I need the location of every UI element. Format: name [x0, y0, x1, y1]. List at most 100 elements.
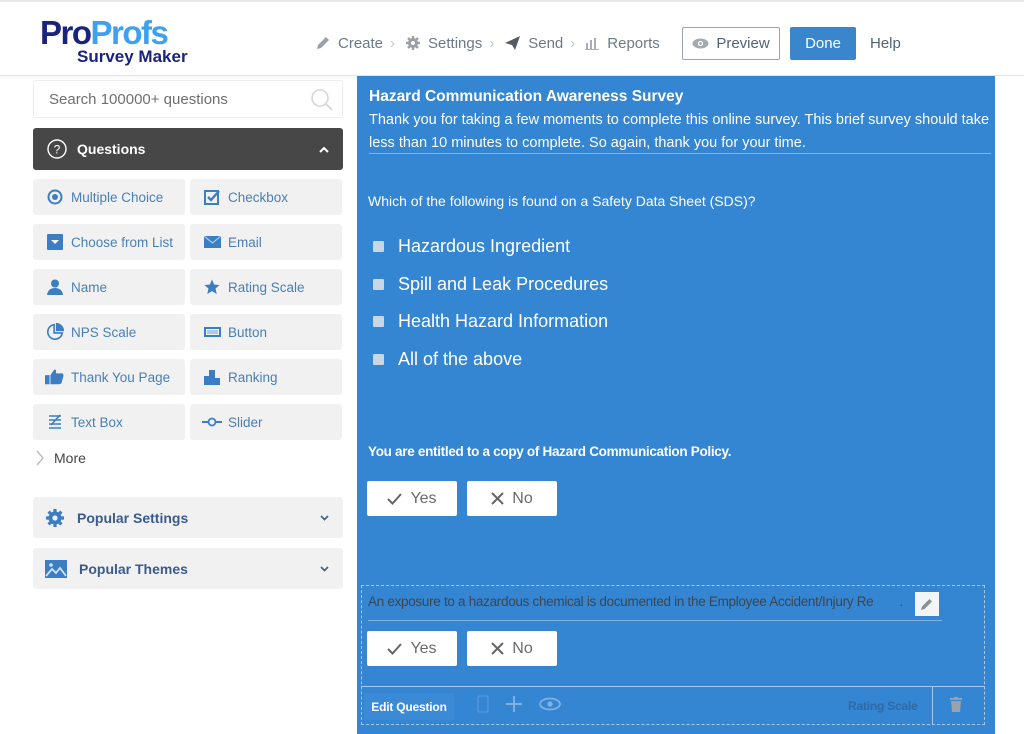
paper-plane-icon — [505, 36, 521, 50]
question-type-label: Ranking — [228, 369, 278, 385]
yes-button[interactable]: Yes — [367, 631, 457, 666]
star-icon — [204, 279, 220, 294]
chevron-up-icon — [319, 146, 329, 153]
help-link[interactable]: Help — [870, 35, 901, 52]
svg-text:?: ? — [54, 143, 61, 157]
search-icon[interactable] — [310, 88, 334, 112]
question-type-multiple-choice[interactable]: Multiple Choice — [33, 179, 185, 215]
chevron-down-icon — [320, 565, 329, 572]
trash-icon[interactable] — [950, 697, 962, 712]
edit-question-button[interactable]: Edit Question — [364, 693, 454, 720]
edit-text-button[interactable] — [915, 592, 939, 616]
no-button[interactable]: No — [467, 481, 557, 516]
slider-icon — [202, 417, 222, 427]
question-type-name[interactable]: Name — [33, 269, 185, 305]
no-label: No — [512, 489, 533, 507]
question-3-answers: Yes No — [367, 631, 557, 666]
check-icon — [387, 642, 403, 655]
option-checkbox[interactable]: Spill and Leak Procedures — [373, 266, 608, 304]
checkbox-icon[interactable] — [373, 278, 384, 290]
envelope-icon — [203, 236, 221, 248]
question-type-label: NPS Scale — [71, 324, 137, 340]
question-toolbar-icons — [477, 695, 561, 713]
option-label: Hazardous Ingredient — [398, 236, 571, 257]
chevron-down-icon — [320, 514, 329, 521]
question-type-ranking[interactable]: Ranking — [190, 359, 342, 395]
yes-label: Yes — [410, 489, 437, 507]
preview-label: Preview — [716, 35, 770, 52]
eye-icon[interactable] — [539, 697, 561, 711]
question-3-text[interactable]: An exposure to a hazardous chemical is d… — [368, 594, 903, 609]
checkbox-icon — [203, 190, 220, 205]
question-type-label: Name — [71, 279, 108, 295]
checkbox-icon[interactable] — [373, 353, 384, 365]
proprofs-logo[interactable]: ProProfs Survey Maker — [40, 16, 188, 65]
bar-chart-icon — [585, 38, 600, 50]
mobile-icon[interactable] — [477, 695, 489, 713]
question-type-slider[interactable]: Slider — [190, 404, 342, 440]
move-icon[interactable] — [505, 695, 523, 713]
button-icon — [203, 327, 221, 337]
more-toggle[interactable]: More — [33, 450, 343, 466]
top-bar: ProProfs Survey Maker Create › Settings … — [0, 0, 1024, 76]
main-nav: Create › Settings › Send › Reports — [315, 27, 660, 59]
done-button[interactable]: Done — [790, 27, 856, 60]
question-type-grid: Multiple Choice Checkbox Choose from Lis… — [33, 179, 343, 440]
x-icon — [491, 642, 504, 655]
checkbox-icon[interactable] — [373, 316, 384, 328]
no-button[interactable]: No — [467, 631, 557, 666]
gear-icon — [406, 36, 421, 50]
nav-reports[interactable]: Reports — [585, 35, 660, 52]
nav-settings[interactable]: Settings — [405, 35, 482, 52]
divider — [369, 153, 991, 154]
nav-create-label: Create — [338, 34, 384, 52]
radio-icon — [47, 189, 63, 205]
option-checkbox[interactable]: All of the above — [373, 341, 608, 379]
nav-create[interactable]: Create — [315, 35, 383, 52]
questions-panel-header[interactable]: ? Questions — [33, 128, 343, 170]
chevron-right-icon: › — [489, 34, 495, 52]
page-gutter — [995, 76, 1024, 734]
chevron-right-icon: › — [390, 34, 396, 52]
search-input[interactable] — [34, 81, 342, 117]
question-type-email[interactable]: Email — [190, 224, 342, 260]
questions-panel-label: Questions — [77, 141, 146, 157]
survey-description[interactable]: Thank you for taking a few moments to co… — [369, 109, 993, 155]
question-type-button[interactable]: Button — [190, 314, 342, 350]
question-type-text-box[interactable]: Text Box — [33, 404, 185, 440]
dropdown-icon — [47, 234, 63, 250]
nav-send[interactable]: Send — [504, 35, 563, 52]
survey-title[interactable]: Hazard Communication Awareness Survey — [369, 88, 683, 106]
logo-subtitle: Survey Maker — [77, 47, 188, 66]
option-checkbox[interactable]: Health Hazard Information — [373, 303, 608, 341]
yes-label: Yes — [410, 639, 437, 657]
user-icon — [47, 279, 63, 295]
question-1-text[interactable]: Which of the following is found on a Saf… — [368, 193, 756, 209]
popular-settings-label: Popular Settings — [77, 509, 189, 526]
survey-canvas: Hazard Communication Awareness Survey Th… — [357, 76, 995, 734]
question-type-nps-scale[interactable]: NPS Scale — [33, 314, 185, 350]
question-type-label: Multiple Choice — [71, 189, 164, 205]
question-type-label: Choose from List — [71, 234, 174, 250]
question-circle-icon: ? — [47, 139, 67, 159]
checkbox-icon[interactable] — [373, 241, 384, 253]
question-type-indicator: Rating Scale — [848, 699, 918, 713]
image-icon — [45, 559, 67, 578]
question-type-checkbox[interactable]: Checkbox — [190, 179, 342, 215]
preview-button[interactable]: Preview — [682, 27, 780, 60]
question-3-text-tail: . — [899, 594, 903, 609]
chevron-right-icon — [36, 450, 44, 466]
question-type-choose-from-list[interactable]: Choose from List — [33, 224, 185, 260]
question-type-rating-scale[interactable]: Rating Scale — [190, 269, 342, 305]
option-checkbox[interactable]: Hazardous Ingredient — [373, 228, 608, 266]
question-type-thank-you-page[interactable]: Thank You Page — [33, 359, 185, 395]
question-1-options: Hazardous Ingredient Spill and Leak Proc… — [373, 228, 608, 378]
yes-button[interactable]: Yes — [367, 481, 457, 516]
popular-settings-panel[interactable]: Popular Settings — [33, 497, 343, 538]
popular-themes-label: Popular Themes — [79, 560, 188, 577]
sidebar: ? Questions Multiple Choice Checkbox Cho… — [33, 80, 343, 589]
gear-icon — [46, 508, 64, 527]
logo-brand-part1: Pro — [40, 14, 92, 51]
question-2-text[interactable]: You are entitled to a copy of Hazard Com… — [368, 444, 731, 459]
popular-themes-panel[interactable]: Popular Themes — [33, 548, 343, 589]
